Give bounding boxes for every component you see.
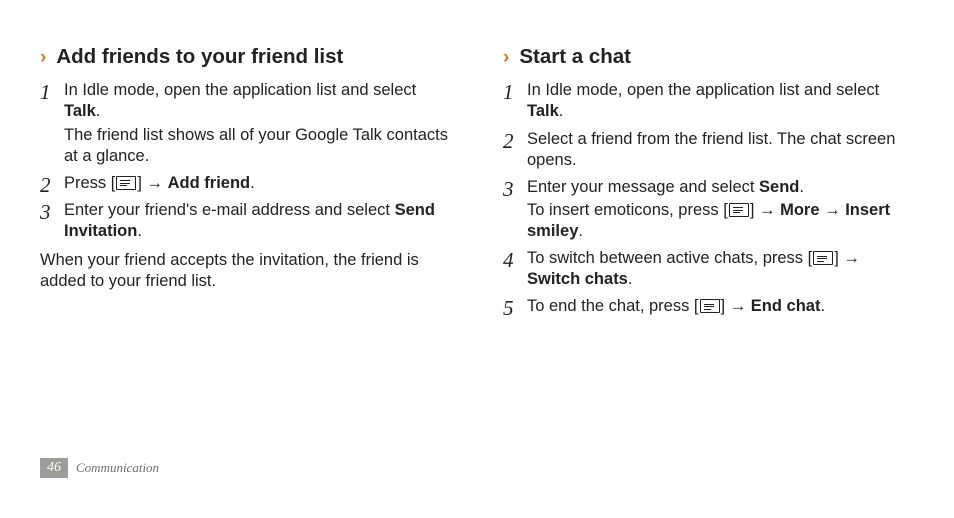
step-4: 4 To switch between active chats, press … xyxy=(503,248,914,292)
step-text: In Idle mode, open the application list … xyxy=(527,80,914,122)
step-text: Enter your message and select Send. xyxy=(527,177,914,198)
section-name: Communication xyxy=(76,460,159,477)
step-text: To insert emoticons, press [] → More → I… xyxy=(527,200,914,242)
step-3: 3 Enter your message and select Send. To… xyxy=(503,177,914,244)
menu-icon xyxy=(700,299,720,313)
step-text: To switch between active chats, press []… xyxy=(527,248,914,290)
step-text: To end the chat, press [] → End chat. xyxy=(527,296,914,317)
step-number: 1 xyxy=(40,80,64,168)
step-1: 1 In Idle mode, open the application lis… xyxy=(503,80,914,124)
menu-icon xyxy=(729,203,749,217)
step-2: 2 Select a friend from the friend list. … xyxy=(503,129,914,173)
step-number: 4 xyxy=(503,248,527,292)
step-number: 3 xyxy=(40,200,64,244)
step-number: 5 xyxy=(503,296,527,319)
step-1: 1 In Idle mode, open the application lis… xyxy=(40,80,451,168)
step-text: The friend list shows all of your Google… xyxy=(64,125,451,167)
step-text: Enter your friend's e-mail address and s… xyxy=(64,200,451,242)
step-number: 1 xyxy=(503,80,527,124)
menu-icon xyxy=(813,251,833,265)
step-2: 2 Press [] → Add friend. xyxy=(40,173,451,196)
page-number: 46 xyxy=(40,458,68,478)
heading-add-friends: › Add friends to your friend list xyxy=(40,44,451,70)
step-text: Press [] → Add friend. xyxy=(64,173,451,194)
step-number: 3 xyxy=(503,177,527,244)
step-number: 2 xyxy=(40,173,64,196)
heading-start-chat: › Start a chat xyxy=(503,44,914,70)
closing-text: When your friend accepts the invitation,… xyxy=(40,250,451,292)
chevron-icon: › xyxy=(503,46,509,70)
heading-text: Add friends to your friend list xyxy=(56,44,343,70)
heading-text: Start a chat xyxy=(519,44,631,70)
menu-icon xyxy=(116,176,136,190)
step-5: 5 To end the chat, press [] → End chat. xyxy=(503,296,914,319)
step-text: In Idle mode, open the application list … xyxy=(64,80,451,122)
page-footer: 46 Communication xyxy=(40,458,159,478)
chevron-icon: › xyxy=(40,46,46,70)
step-number: 2 xyxy=(503,129,527,173)
step-text: Select a friend from the friend list. Th… xyxy=(527,129,914,171)
step-3: 3 Enter your friend's e-mail address and… xyxy=(40,200,451,244)
